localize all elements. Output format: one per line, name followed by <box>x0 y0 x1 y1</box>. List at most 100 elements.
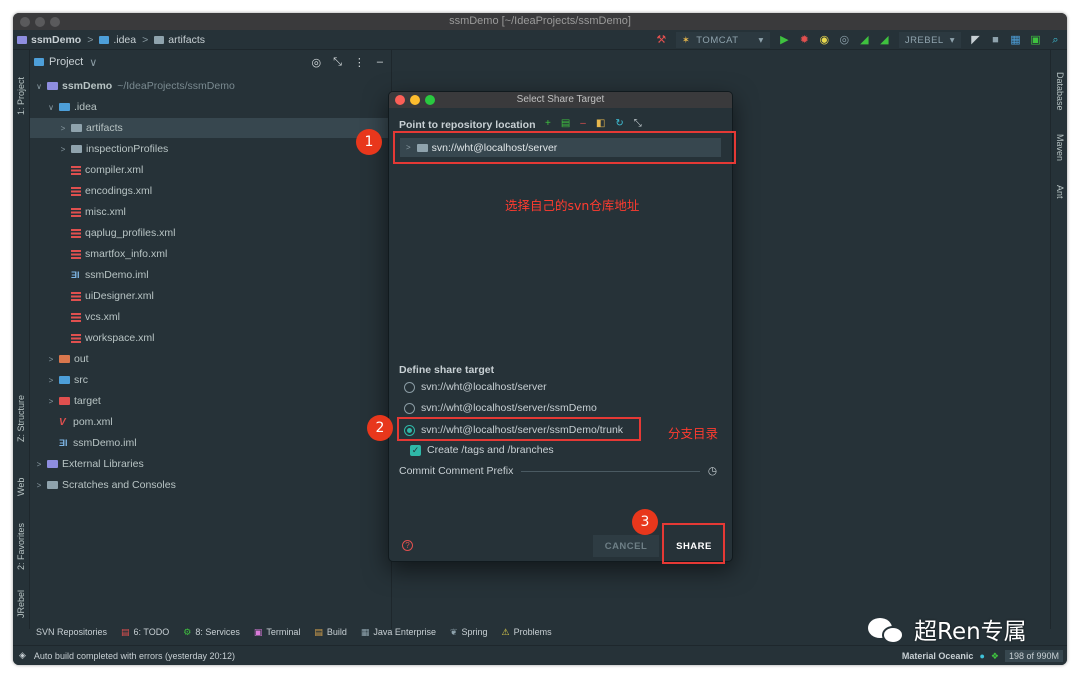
tree-item-smartfox-info-xml[interactable]: smartfox_info.xml <box>30 244 392 264</box>
tool-tab-database[interactable]: Database <box>1055 72 1065 111</box>
tree-item-idea[interactable]: ∨ .idea <box>30 97 392 117</box>
create-tags-checkbox-row[interactable]: ✓ Create /tags and /branches <box>410 444 554 456</box>
terminal-icon[interactable]: ▣ <box>1030 34 1041 46</box>
tool-tab-favorites[interactable]: 2: Favorites <box>16 523 26 570</box>
tool-tab-jrebel[interactable]: JRebel <box>16 590 26 618</box>
tree-item-misc-xml[interactable]: misc.xml <box>30 202 392 222</box>
add-icon[interactable]: + <box>545 118 551 129</box>
share-target-option-ssmdemo[interactable]: svn://wht@localhost/server/ssmDemo <box>404 402 597 414</box>
status-message[interactable]: Auto build completed with errors (yester… <box>34 651 235 661</box>
breadcrumb-idea[interactable]: .idea <box>99 34 136 46</box>
tree-item-pom-xml[interactable]: V pom.xml <box>30 412 392 432</box>
hammer-icon[interactable]: ⚒ <box>656 34 667 46</box>
annotation-badge-1: 1 <box>356 129 382 155</box>
remove-icon[interactable]: – <box>580 118 586 129</box>
structure-icon[interactable]: ▦ <box>1010 34 1021 46</box>
refresh-icon[interactable]: ↻ <box>615 118 623 129</box>
right-tool-stripe: Database Maven Ant <box>1050 50 1067 629</box>
tool-tab-ant[interactable]: Ant <box>1055 185 1065 199</box>
run-configuration-select[interactable]: ✶ TOMCAT ▾ <box>675 32 770 48</box>
tree-item-external-libraries[interactable]: > External Libraries <box>30 454 392 474</box>
expand-arrow-icon[interactable]: > <box>46 355 56 364</box>
coverage-icon[interactable]: ◉ <box>819 34 830 46</box>
project-view-select[interactable]: Project <box>49 56 83 68</box>
collapse-icon[interactable]: ⤡ <box>634 118 642 129</box>
tree-item-ssmdemo-iml[interactable]: ƎI ssmDemo.iml <box>30 265 392 285</box>
expand-arrow-icon[interactable]: > <box>58 145 68 154</box>
tree-item-artifacts[interactable]: > artifacts <box>30 118 402 138</box>
share-target-option-server[interactable]: svn://wht@localhost/server <box>404 381 547 393</box>
annotation-badge-2: 2 <box>367 415 393 441</box>
update-icon[interactable]: ◤ <box>970 34 981 46</box>
search-icon[interactable]: ⌕ <box>1050 34 1061 46</box>
separator <box>521 470 700 472</box>
tool-tab-spring[interactable]: ❦ Spring <box>450 627 488 638</box>
expand-arrow-icon[interactable]: ∨ <box>46 103 56 112</box>
radio-button[interactable] <box>404 381 415 393</box>
libraries-icon <box>47 460 58 468</box>
tree-item-out[interactable]: > out <box>30 349 392 369</box>
dialog-minimize-button[interactable] <box>410 95 420 105</box>
tool-tab-project[interactable]: 1: Project <box>16 77 26 115</box>
radio-button[interactable] <box>404 402 415 414</box>
close-window-button[interactable] <box>20 17 30 27</box>
expand-arrow-icon[interactable]: ∨ <box>34 82 44 91</box>
browse-icon[interactable]: ◧ <box>596 118 605 129</box>
tool-tab-svn-repositories[interactable]: SVN Repositories <box>36 627 107 637</box>
tool-tab-maven[interactable]: Maven <box>1055 134 1065 161</box>
tool-tab-problems[interactable]: ⚠ Problems <box>502 627 552 638</box>
expand-arrow-icon[interactable]: > <box>46 376 56 385</box>
plugin-icon[interactable]: ❖ <box>991 651 999 662</box>
collapse-all-icon[interactable]: ⤡ <box>333 56 342 69</box>
dialog-zoom-button[interactable] <box>425 95 435 105</box>
tool-tab-build[interactable]: ▤ Build <box>314 627 347 638</box>
edit-icon[interactable]: ▤ <box>561 118 570 129</box>
breadcrumb-artifacts[interactable]: artifacts <box>154 34 205 46</box>
tree-item-qaplug-profiles-xml[interactable]: qaplug_profiles.xml <box>30 223 392 243</box>
tree-item-scratches[interactable]: > Scratches and Consoles <box>30 475 392 495</box>
tool-tab-structure[interactable]: Z: Structure <box>16 395 26 442</box>
locate-icon[interactable]: ◎ <box>311 56 321 69</box>
tree-item-compiler-xml[interactable]: compiler.xml <box>30 160 392 180</box>
cancel-button[interactable]: CANCEL <box>593 535 659 557</box>
tool-tab-web[interactable]: Web <box>16 478 26 496</box>
tree-item-vcs-xml[interactable]: vcs.xml <box>30 307 392 327</box>
layers-icon[interactable]: ◈ <box>19 650 26 661</box>
tree-item-target[interactable]: > target <box>30 391 392 411</box>
tree-item-encodings-xml[interactable]: encodings.xml <box>30 181 392 201</box>
profile-icon[interactable]: ◎ <box>839 34 850 46</box>
memory-indicator[interactable]: 198 of 990M <box>1004 650 1063 662</box>
help-icon[interactable]: ? <box>402 540 413 551</box>
jrebel-select[interactable]: JREBEL ▾ <box>898 32 961 48</box>
stop-icon[interactable]: ■ <box>990 34 1001 46</box>
jrebel-debug-icon[interactable]: ◢ <box>879 34 890 46</box>
zoom-window-button[interactable] <box>50 17 60 27</box>
jrebel-run-icon[interactable]: ◢ <box>859 34 870 46</box>
settings-icon[interactable]: ⋮ <box>354 56 365 69</box>
tool-tab-todo[interactable]: ▤ 6: TODO <box>121 627 169 638</box>
tool-tab-terminal[interactable]: ▣ Terminal <box>254 627 301 638</box>
tree-item-ssmdemo-iml-root[interactable]: ƎI ssmDemo.iml <box>30 433 392 453</box>
debug-icon[interactable]: ✹ <box>799 34 810 46</box>
checkbox-checked[interactable]: ✓ <box>410 444 421 456</box>
run-icon[interactable]: ▶ <box>779 34 790 46</box>
expand-arrow-icon[interactable]: > <box>34 460 44 469</box>
tree-item-ssmdemo[interactable]: ∨ ssmDemo ~/IdeaProjects/ssmDemo <box>30 76 392 96</box>
history-icon[interactable]: ◷ <box>708 465 717 477</box>
theme-switcher[interactable]: Material Oceanic <box>902 651 974 661</box>
folder-icon <box>59 355 70 363</box>
chevron-down-icon[interactable]: ∨ <box>89 56 97 69</box>
expand-arrow-icon[interactable]: > <box>58 124 68 133</box>
minimize-window-button[interactable] <box>35 17 45 27</box>
expand-arrow-icon[interactable]: > <box>46 397 56 406</box>
tree-item-inspectionprofiles[interactable]: > inspectionProfiles <box>30 139 392 159</box>
dialog-close-button[interactable] <box>395 95 405 105</box>
breadcrumb-project[interactable]: ssmDemo <box>17 34 81 46</box>
tool-tab-services[interactable]: ⚙ 8: Services <box>183 627 240 638</box>
hide-icon[interactable]: – <box>377 56 383 68</box>
tree-item-workspace-xml[interactable]: workspace.xml <box>30 328 392 348</box>
tree-item-uidesigner-xml[interactable]: uiDesigner.xml <box>30 286 392 306</box>
tool-tab-java-enterprise[interactable]: ▦ Java Enterprise <box>361 627 436 638</box>
expand-arrow-icon[interactable]: > <box>34 481 44 490</box>
tree-item-src[interactable]: > src <box>30 370 392 390</box>
